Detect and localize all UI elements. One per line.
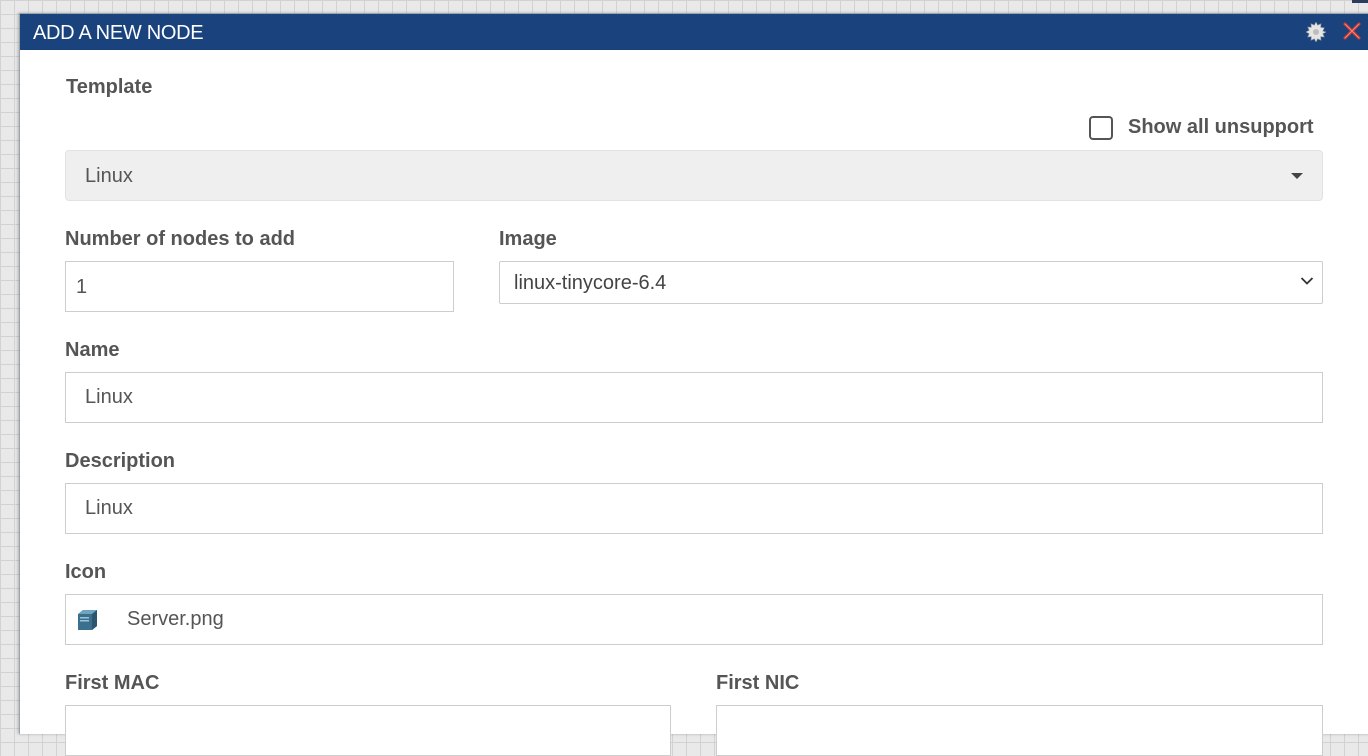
description-input[interactable]: [65, 483, 1323, 534]
show-unsupported-label: Show all unsupport: [1128, 116, 1314, 138]
first-nic-label: First NIC: [716, 672, 800, 694]
dialog-titlebar[interactable]: ADD A NEW NODE: [20, 14, 1368, 50]
image-selected-value: linux-tinycore-6.4: [514, 272, 667, 294]
name-input[interactable]: [65, 372, 1323, 423]
background-edge-accent: [1352, 0, 1368, 3]
image-select[interactable]: linux-tinycore-6.4: [499, 261, 1323, 304]
icon-select[interactable]: Server.png: [65, 594, 1323, 645]
image-label: Image: [499, 228, 557, 250]
description-label: Description: [65, 450, 176, 472]
icon-label: Icon: [65, 561, 107, 583]
close-icon[interactable]: [1342, 21, 1362, 41]
first-mac-input[interactable]: [65, 705, 671, 756]
template-selected-value: Linux: [85, 165, 133, 187]
add-node-dialog: ADD A NEW NODE Template Show all unsuppo…: [19, 13, 1368, 756]
template-select[interactable]: Linux: [65, 150, 1323, 201]
icon-selected-value: Server.png: [127, 608, 224, 630]
template-label: Template: [66, 76, 153, 98]
first-nic-input[interactable]: [716, 705, 1323, 756]
name-label: Name: [65, 339, 120, 361]
nodes-count-label: Number of nodes to add: [65, 228, 295, 250]
caret-down-icon: [1291, 173, 1303, 179]
chevron-down-icon: [1300, 277, 1314, 285]
dialog-title: ADD A NEW NODE: [33, 22, 204, 44]
server-icon: [78, 610, 97, 630]
show-unsupported-checkbox[interactable]: [1089, 116, 1113, 140]
nodes-count-input[interactable]: [65, 261, 454, 312]
first-mac-label: First MAC: [65, 672, 160, 694]
gear-icon[interactable]: [1305, 21, 1327, 43]
